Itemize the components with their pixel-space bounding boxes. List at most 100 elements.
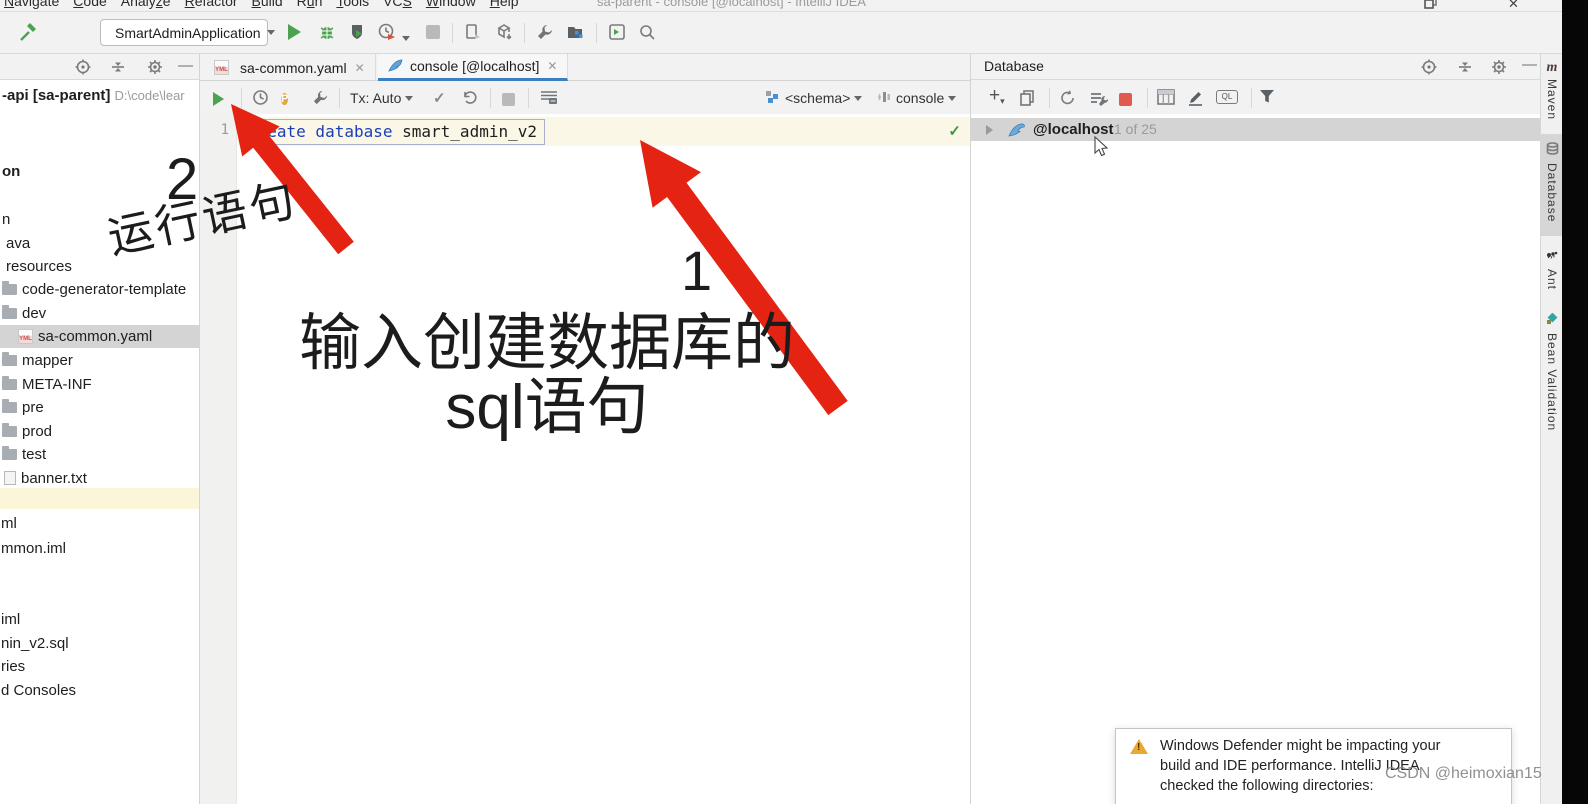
output-list-icon[interactable]: [540, 89, 558, 110]
wrench-icon[interactable]: [536, 23, 554, 43]
table-data-icon[interactable]: [1157, 89, 1175, 110]
tree-item[interactable]: resources: [6, 255, 72, 278]
editor-tab-bar: YML sa-common.yaml ✕ console [@localhost…: [200, 54, 970, 81]
tree-item[interactable]: on: [2, 160, 20, 183]
expand-arrow-icon[interactable]: [986, 125, 993, 135]
menu-tools[interactable]: Tools: [336, 0, 369, 9]
sql-keyword: create database: [248, 122, 393, 141]
menu-navigate[interactable]: Navigate: [4, 0, 59, 9]
close-window-icon[interactable]: ✕: [1508, 0, 1519, 11]
run-configuration-select[interactable]: SmartAdminApplication: [100, 19, 275, 46]
notification-text: build and IDE performance. IntelliJ IDEA: [1160, 758, 1420, 774]
stop-connection-button[interactable]: [1119, 91, 1132, 109]
project-root-row[interactable]: -api [sa-parent] D:\code\lear: [2, 84, 185, 107]
hide-panel-icon[interactable]: —: [1522, 56, 1537, 73]
tree-item[interactable]: iml: [1, 608, 20, 631]
sql-editor[interactable]: 1 create database smart_admin_v2 ✓: [200, 114, 970, 804]
close-tab-icon[interactable]: ✕: [547, 59, 557, 73]
datasource-row-localhost[interactable]: @localhost 1 of 25: [971, 118, 1540, 141]
debug-bug-icon[interactable]: [318, 23, 336, 43]
close-tab-icon[interactable]: ✕: [355, 61, 365, 75]
history-clock-icon[interactable]: [252, 89, 269, 111]
tree-item-folder[interactable]: code-generator-template: [2, 278, 186, 301]
search-icon[interactable]: [638, 23, 656, 43]
tree-item[interactable]: d Consoles: [1, 679, 76, 702]
stripe-ant-label: Ant: [1545, 269, 1559, 291]
console-settings-wrench-icon[interactable]: [312, 89, 329, 111]
notification-text: checked the following directories:: [1160, 778, 1374, 794]
tree-item[interactable]: ava: [6, 232, 30, 255]
menu-vcs[interactable]: VCS: [383, 0, 412, 9]
project-structure-icon[interactable]: [566, 23, 584, 43]
tree-item-folder[interactable]: dev: [2, 302, 46, 325]
locate-icon[interactable]: [75, 59, 91, 80]
filter-funnel-icon[interactable]: [1259, 89, 1275, 109]
locate-icon[interactable]: [1421, 59, 1437, 80]
add-datasource-button[interactable]: +▾: [989, 85, 1005, 107]
settings-gear-icon[interactable]: [147, 59, 163, 80]
stripe-bean-validation-button[interactable]: Bean Validation: [1541, 312, 1563, 431]
stripe-ant-button[interactable]: Ant: [1541, 248, 1563, 290]
execute-button[interactable]: [213, 90, 224, 108]
menu-bar: Navigate Code Analyze Refactor Build Run…: [4, 0, 519, 9]
tree-item-folder[interactable]: prod: [2, 420, 52, 443]
profiler-icon[interactable]: [378, 23, 398, 43]
tree-item-folder[interactable]: pre: [2, 396, 44, 419]
maven-logo-icon: m: [1546, 60, 1558, 75]
query-console-icon[interactable]: QL: [1216, 90, 1238, 104]
settings-gear-icon[interactable]: [1491, 59, 1507, 80]
run-with-coverage-icon[interactable]: [348, 23, 366, 43]
tree-item-folder[interactable]: META-INF: [2, 373, 92, 396]
tree-item-file[interactable]: banner.txt: [4, 467, 87, 490]
collapse-all-icon[interactable]: [110, 59, 126, 80]
folder-icon: [2, 399, 17, 413]
folder-icon: [2, 352, 17, 366]
menu-build[interactable]: Build: [252, 0, 283, 9]
restore-window-icon[interactable]: [1424, 0, 1438, 11]
screen-black-band: [1562, 0, 1588, 804]
sync-settings-icon[interactable]: [1089, 89, 1109, 112]
tree-item[interactable]: mmon.iml: [1, 537, 66, 560]
menu-refactor[interactable]: Refactor: [185, 0, 238, 9]
tx-mode-select[interactable]: Tx: Auto: [350, 90, 414, 106]
tree-item-folder[interactable]: mapper: [2, 349, 73, 372]
menu-help[interactable]: Help: [490, 0, 519, 9]
project-panel-header: —: [0, 54, 199, 80]
tree-item[interactable]: ries: [1, 655, 25, 678]
stripe-maven-button[interactable]: m Maven: [1541, 60, 1563, 120]
console-select[interactable]: console: [896, 90, 957, 106]
folder-icon: [2, 305, 17, 319]
tree-item-selected[interactable]: YML sa-common.yaml: [18, 325, 152, 348]
build-hammer-icon[interactable]: [18, 23, 40, 43]
tab-sa-common-yaml[interactable]: YML sa-common.yaml ✕: [204, 54, 376, 81]
tree-item[interactable]: n: [2, 208, 10, 231]
folder-icon: [2, 281, 17, 295]
menu-analyze[interactable]: Analyze: [121, 0, 171, 9]
collapse-all-icon[interactable]: [1457, 59, 1473, 80]
main-toolbar: SmartAdminApplication: [0, 12, 1562, 54]
tab-label: console [@localhost]: [410, 58, 540, 74]
run-anything-icon[interactable]: [608, 23, 626, 43]
tool-window-stripe: m Maven Database Ant Bean Validation: [1540, 54, 1563, 804]
stripe-database-label: Database: [1545, 163, 1559, 223]
run-button[interactable]: [288, 23, 301, 43]
refresh-icon[interactable]: [1059, 89, 1077, 112]
parameters-icon[interactable]: P: [281, 89, 289, 107]
edit-pencil-icon[interactable]: [1187, 89, 1204, 111]
profiler-chevron-icon[interactable]: [402, 28, 410, 48]
sql-statement[interactable]: create database smart_admin_v2: [240, 119, 545, 145]
menu-code[interactable]: Code: [73, 0, 106, 9]
tree-item[interactable]: nin_v2.sql: [1, 632, 69, 655]
stripe-database-button[interactable]: Database: [1541, 142, 1563, 222]
chevron-down-icon: [854, 96, 863, 101]
hide-panel-icon[interactable]: —: [178, 57, 193, 74]
tree-item-folder[interactable]: test: [2, 443, 46, 466]
run-configuration-label: SmartAdminApplication: [115, 24, 261, 41]
menu-window[interactable]: Window: [426, 0, 476, 9]
duplicate-icon[interactable]: [1019, 89, 1036, 111]
tab-console-localhost[interactable]: console [@localhost] ✕: [378, 54, 569, 81]
menu-run[interactable]: Run: [297, 0, 323, 9]
schema-select[interactable]: <schema>: [785, 90, 863, 106]
chevron-down-icon: [266, 30, 275, 35]
tree-item[interactable]: ml: [1, 512, 17, 535]
